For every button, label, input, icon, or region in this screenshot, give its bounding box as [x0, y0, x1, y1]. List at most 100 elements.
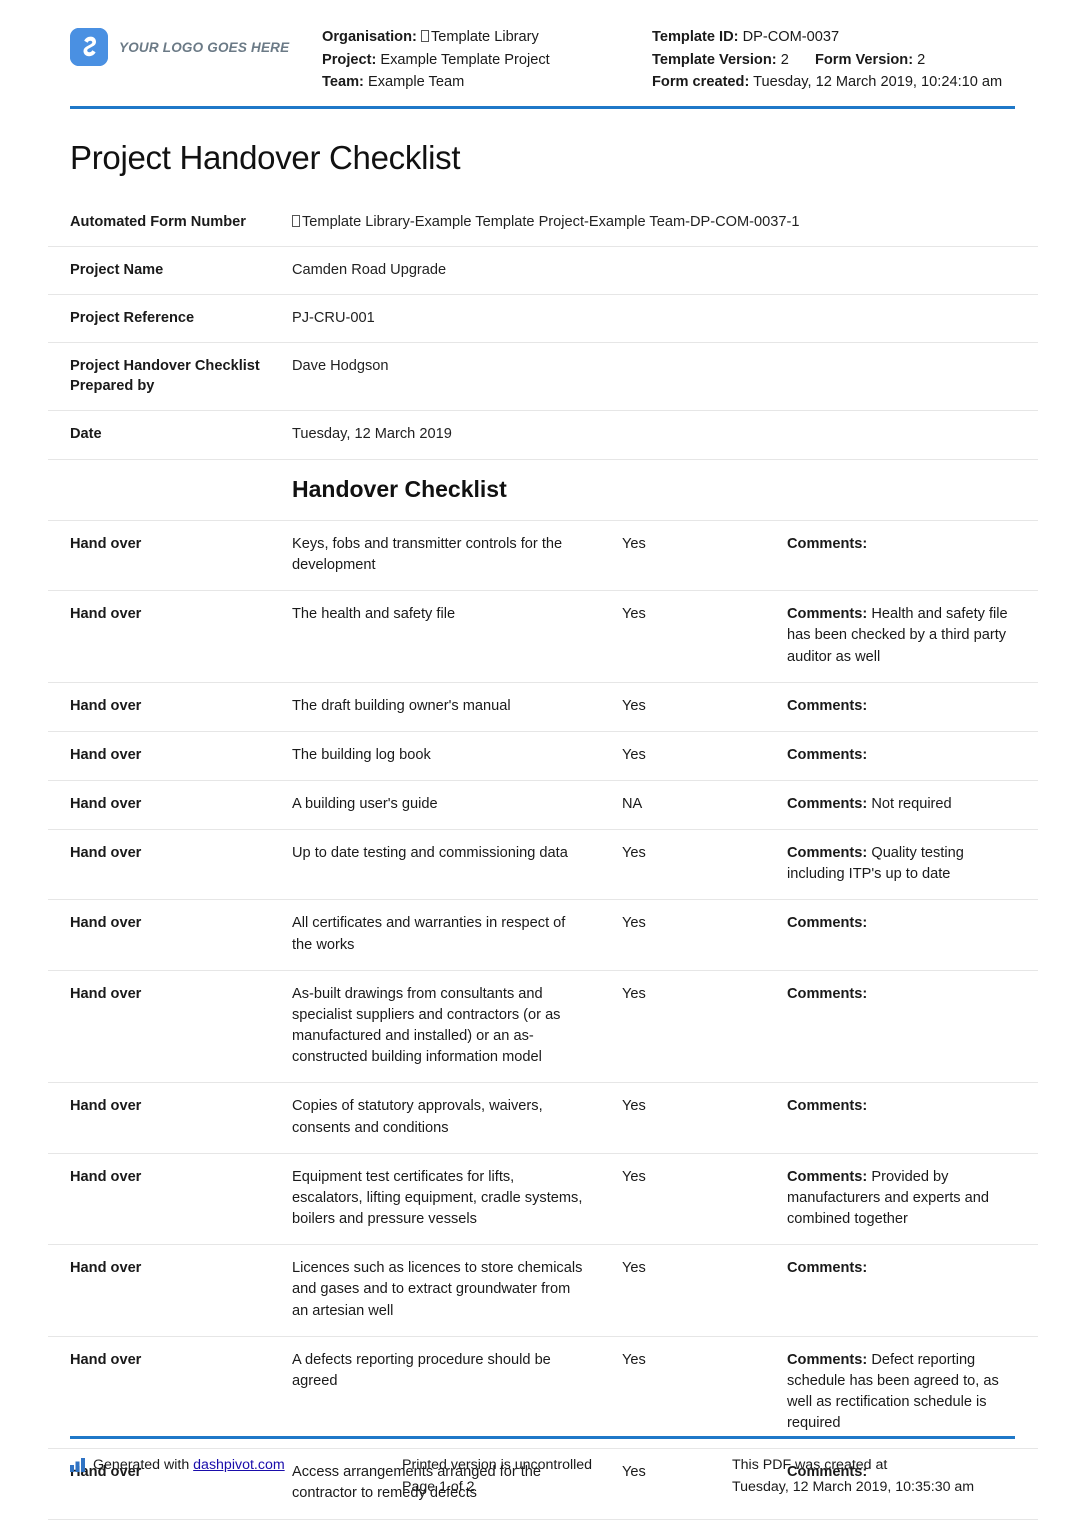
- section-heading-row: Handover Checklist: [48, 460, 1038, 521]
- checklist-row-description: Licences such as licences to store chemi…: [292, 1260, 583, 1319]
- checklist-row-description: The draft building owner's manual: [292, 697, 511, 714]
- table-row: Hand over A building user's guide NA Commen…: [48, 780, 1038, 830]
- header-team-line: Team: Example Team: [322, 71, 652, 94]
- checklist-row-comment: Comments:: [787, 1083, 1038, 1153]
- checklist-row-comment: Comments: Quality testing including ITP'…: [787, 830, 1038, 900]
- page-title: Project Handover Checklist: [70, 138, 461, 176]
- comments-value: Not required: [871, 796, 952, 813]
- header-organisation-line: Organisation: Template Library: [322, 26, 652, 49]
- footer-created-line1: This PDF was created at: [732, 1457, 888, 1474]
- comments-label: Comments:: [787, 1168, 868, 1185]
- header-team-label: Team:: [322, 74, 364, 91]
- comments-label: Comments:: [787, 746, 868, 763]
- handover-checklist-body: Hand over Keys, fobs and transmitter cont…: [48, 520, 1038, 1520]
- comments-label: Comments:: [787, 985, 868, 1002]
- footer-generated-prefix: Generated with: [93, 1457, 190, 1474]
- checklist-row-label: Hand over: [70, 915, 142, 932]
- checklist-row-label: Hand over: [70, 1098, 142, 1115]
- checklist-row-comment: Comments:: [787, 682, 1038, 731]
- header-template-column: Template ID: DP-COM-0037 Template Versio…: [652, 18, 1031, 94]
- dashpivot-logo-icon: [70, 28, 108, 66]
- checklist-row-status: Yes: [622, 1260, 646, 1277]
- footer-generated-text: Generated with dashpivot.com: [93, 1455, 285, 1476]
- table-row: Hand over As-built drawings from consulta…: [48, 970, 1038, 1083]
- checklist-row-description: A defects reporting procedure should be …: [292, 1351, 551, 1389]
- header-form-created-line: Form created: Tuesday, 12 March 2019, 10…: [652, 71, 1031, 94]
- checklist-row-status: Yes: [622, 535, 646, 552]
- info-row-value: Camden Road Upgrade: [292, 261, 447, 278]
- checklist-row-description: Up to date testing and commissioning dat…: [292, 845, 568, 862]
- info-row-label: Automated Form Number: [70, 213, 246, 230]
- checklist-row-comment: Comments:: [787, 731, 1038, 780]
- footer-printed-block: Printed version is uncontrolled Page 1 o…: [402, 1455, 732, 1498]
- table-row: Hand over Equipment test certificates for…: [48, 1153, 1038, 1244]
- checklist-row-comment: Comments: Health and safety file has bee…: [787, 591, 1038, 682]
- document-header: YOUR LOGO GOES HERE Organisation: Templa…: [48, 0, 1037, 94]
- footer-page-number: Page 1 of 2: [402, 1478, 475, 1495]
- checklist-row-status: Yes: [622, 697, 646, 714]
- document-footer: Generated with dashpivot.com Printed ver…: [48, 1436, 1037, 1498]
- table-row: Hand over The health and safety file Yes Co…: [48, 590, 1038, 682]
- header-project-value: Example Template Project: [380, 51, 550, 68]
- handover-checklist-table: Handover Checklist Hand over Keys, fobs a…: [48, 460, 1038, 1520]
- checklist-row-comment: Comments:: [787, 900, 1038, 970]
- header-template-version-value: 2: [780, 51, 789, 68]
- checklist-row-label: Hand over: [70, 845, 142, 862]
- header-template-id-value: DP-COM-0037: [742, 29, 840, 45]
- table-row: Hand over Keys, fobs and transmitter cont…: [48, 520, 1038, 590]
- info-row-value: Tuesday, 12 March 2019: [292, 426, 452, 443]
- section-heading-cell: Handover Checklist: [292, 460, 1038, 521]
- checklist-row-label: Hand over: [70, 535, 142, 552]
- table-row: Hand over Copies of statutory approvals, …: [48, 1082, 1038, 1153]
- missing-glyph-icon: [292, 214, 300, 227]
- info-row-label: Project Handover Checklist Prepared by: [70, 358, 260, 395]
- header-project-label: Project:: [322, 51, 377, 68]
- checklist-row-description: All certificates and warranties in respe…: [292, 915, 566, 953]
- checklist-row-status: NA: [622, 796, 643, 813]
- footer-created-line2: Tuesday, 12 March 2019, 10:35:30 am: [732, 1478, 975, 1495]
- comments-label: Comments:: [787, 697, 868, 714]
- document-page: YOUR LOGO GOES HERE Organisation: Templa…: [0, 0, 1085, 1536]
- header-version-line: Template Version: 2 Form Version: 2: [652, 49, 1031, 72]
- checklist-row-comment: Comments: Provided by manufacturers and …: [787, 1153, 1038, 1244]
- table-row: Hand over A defects reporting procedure s…: [48, 1336, 1038, 1449]
- header-template-id-label: Template ID:: [652, 29, 739, 45]
- checklist-row-status: Yes: [622, 746, 646, 763]
- header-template-version-label: Template Version:: [652, 51, 777, 68]
- table-row: Hand over Licences such as licences to st…: [48, 1244, 1038, 1336]
- footer-columns: Generated with dashpivot.com Printed ver…: [48, 1439, 1037, 1498]
- header-team-value: Example Team: [367, 74, 465, 91]
- checklist-row-comment: Comments: Defect reporting schedule has …: [787, 1336, 1038, 1449]
- checklist-row-label: Hand over: [70, 1260, 142, 1277]
- checklist-row-description: The health and safety file: [292, 606, 456, 623]
- comments-label: Comments:: [787, 606, 868, 623]
- header-org-column: Organisation: Template Library Project: …: [322, 18, 652, 94]
- header-form-created-value: Tuesday, 12 March 2019, 10:24:10 am: [753, 74, 1003, 91]
- checklist-row-status: Yes: [622, 606, 646, 623]
- info-row: Date Tuesday, 12 March 2019: [48, 411, 1038, 460]
- checklist-row-comment: Comments: Not required: [787, 781, 1038, 830]
- checklist-row-status: Yes: [622, 845, 646, 862]
- checklist-section-header: Handover Checklist: [48, 460, 1038, 521]
- comments-label: Comments:: [787, 915, 868, 932]
- checklist-row-comment: Comments:: [787, 520, 1038, 590]
- checklist-row-description: Copies of statutory approvals, waivers, …: [292, 1098, 543, 1136]
- checklist-row-label: Hand over: [70, 985, 142, 1002]
- header-organisation-value: Template Library: [430, 29, 539, 45]
- table-row: Hand over The draft building owner's manu…: [48, 682, 1038, 731]
- comments-label: Comments:: [787, 845, 868, 862]
- table-row: Hand over All certificates and warranties…: [48, 899, 1038, 970]
- checklist-row-status: Yes: [622, 985, 646, 1002]
- info-row-label: Date: [70, 426, 102, 443]
- checklist-row-description: The building log book: [292, 746, 431, 763]
- section-heading-spacer: [48, 460, 292, 521]
- comments-label: Comments:: [787, 796, 868, 813]
- info-row: Project Handover Checklist Prepared by Da…: [48, 343, 1038, 411]
- dashpivot-link[interactable]: dashpivot.com: [193, 1457, 284, 1473]
- comments-label: Comments:: [787, 1260, 868, 1277]
- checklist-row-description: A building user's guide: [292, 796, 438, 813]
- checklist-row-label: Hand over: [70, 796, 142, 813]
- section-heading: Handover Checklist: [292, 475, 507, 502]
- bar-chart-icon: [70, 1458, 86, 1473]
- checklist-row-status: Yes: [622, 1098, 646, 1115]
